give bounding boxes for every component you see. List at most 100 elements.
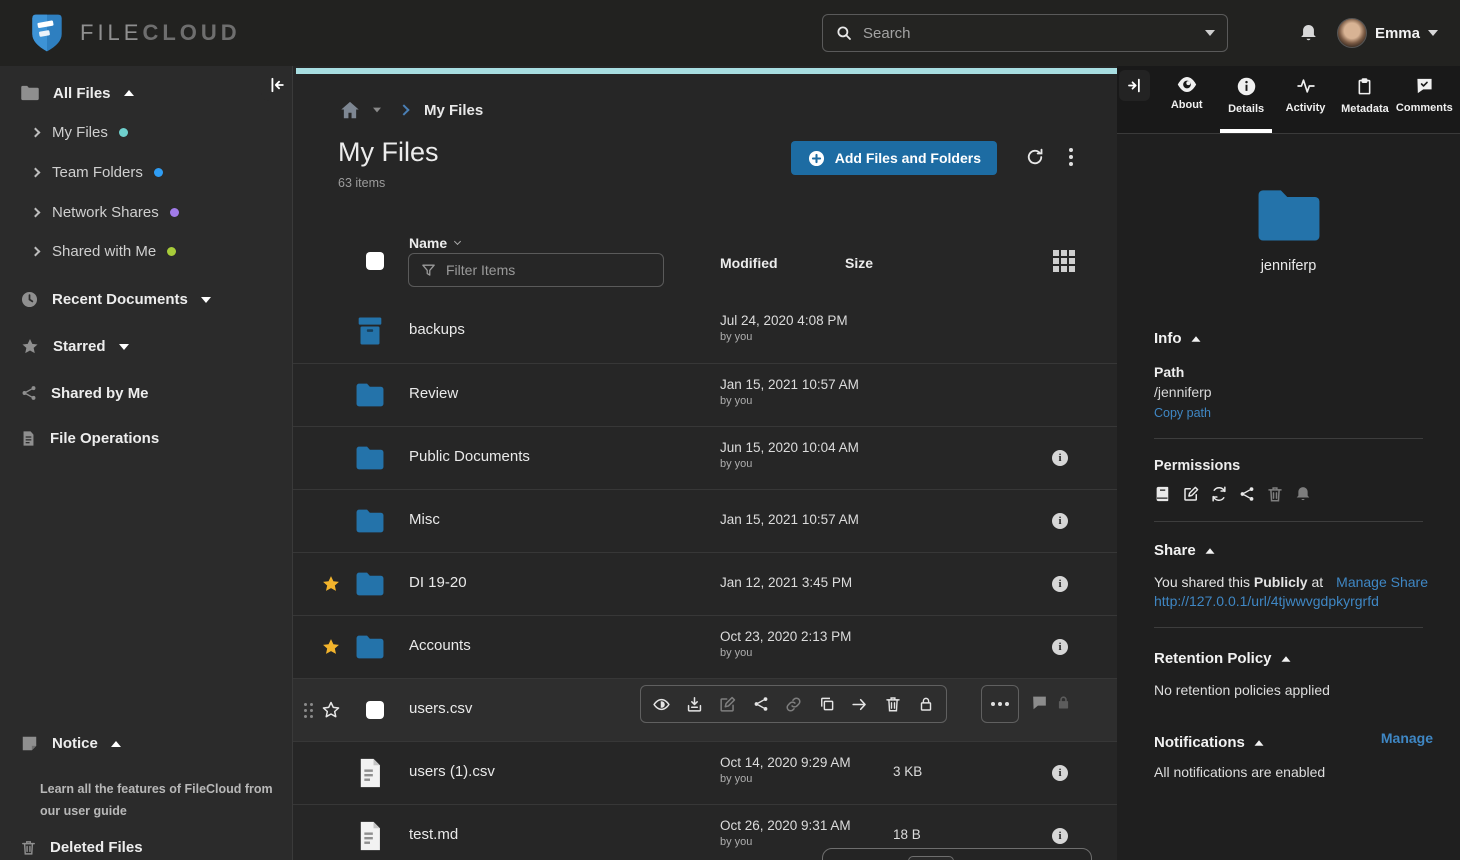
column-header-size[interactable]: Size (845, 255, 873, 271)
sidebar-item-starred[interactable]: Starred (20, 337, 129, 356)
row-info-button[interactable] (1052, 828, 1068, 844)
copy-path-link[interactable]: Copy path (1154, 406, 1423, 420)
share-button[interactable] (744, 689, 777, 719)
row-info-button[interactable] (1052, 639, 1068, 655)
file-name[interactable]: Public Documents (409, 448, 530, 465)
filter-box[interactable] (408, 253, 664, 287)
file-name[interactable]: Review (409, 385, 458, 402)
move-button[interactable] (843, 689, 876, 719)
edit-icon (718, 695, 737, 714)
collapse-left-icon (267, 75, 287, 95)
file-name[interactable]: users.csv (409, 700, 472, 717)
sidebar-item-notice[interactable]: Notice (20, 734, 121, 753)
refresh-button[interactable] (1025, 147, 1045, 167)
table-row[interactable]: backups Jul 24, 2020 4:08 PMby you (293, 300, 1117, 363)
row-info-button[interactable] (1052, 576, 1068, 592)
modified-by: by you (720, 771, 851, 787)
comment-button[interactable] (1030, 693, 1049, 712)
file-name[interactable]: DI 19-20 (409, 574, 467, 591)
share-section-header[interactable]: Share (1154, 542, 1423, 559)
more-actions-button[interactable] (981, 685, 1019, 723)
row-info-button[interactable] (1052, 513, 1068, 529)
file-name[interactable]: test.md (409, 826, 458, 843)
download-button[interactable] (678, 689, 711, 719)
breadcrumb-current[interactable]: My Files (424, 102, 483, 119)
filter-input[interactable] (446, 262, 652, 278)
star-outline-icon[interactable] (321, 700, 341, 720)
file-name[interactable]: backups (409, 321, 465, 338)
ellipsis-icon (991, 702, 995, 706)
sidebar-item-file-operations[interactable]: File Operations (20, 429, 159, 448)
column-header-modified[interactable]: Modified (720, 255, 778, 271)
caret-down-icon (119, 344, 129, 350)
drag-handle[interactable] (304, 703, 307, 706)
tab-details[interactable]: Details (1216, 66, 1275, 133)
edit-button[interactable] (711, 689, 744, 719)
retention-status: No retention policies applied (1154, 682, 1423, 698)
caret-up-icon (1281, 656, 1290, 661)
more-options-button[interactable] (1069, 155, 1073, 159)
tab-activity[interactable]: Activity (1276, 66, 1335, 133)
star-filled-icon[interactable] (321, 574, 341, 594)
tab-label: Details (1228, 103, 1264, 115)
row-info-button[interactable] (1052, 450, 1068, 466)
global-search[interactable] (822, 14, 1228, 52)
tab-comments[interactable]: Comments (1395, 66, 1454, 133)
locked-indicator[interactable] (1055, 694, 1072, 711)
app-logo[interactable]: FILECLOUD (28, 12, 241, 54)
grid-view-button[interactable] (1053, 250, 1059, 256)
caret-up-icon (1191, 336, 1200, 341)
search-input[interactable] (863, 25, 1195, 42)
select-all-checkbox[interactable] (366, 252, 384, 270)
home-caret-icon[interactable] (373, 108, 381, 113)
sidebar-item-recent-documents[interactable]: Recent Documents (20, 290, 211, 309)
sidebar-item-shared-with-me[interactable]: Shared with Me (32, 243, 176, 260)
row-checkbox[interactable] (366, 701, 384, 719)
file-name[interactable]: users (1).csv (409, 763, 495, 780)
copy-button[interactable] (810, 689, 843, 719)
search-scope-caret-icon[interactable] (1205, 30, 1215, 36)
share-url-link[interactable]: http://127.0.0.1/url/4tjwwvgdpkyrgrfd (1154, 593, 1423, 609)
table-row[interactable]: Misc Jan 15, 2021 10:57 AM (293, 489, 1117, 552)
link-icon (784, 695, 803, 714)
notifications-section-header[interactable]: Notifications Manage (1154, 734, 1423, 751)
manage-notifications-link[interactable]: Manage (1381, 730, 1433, 746)
tab-metadata[interactable]: Metadata (1335, 66, 1394, 133)
file-name[interactable]: Misc (409, 511, 440, 528)
table-row[interactable]: Public Documents Jun 15, 2020 10:04 AMby… (293, 426, 1117, 489)
table-row-hovered[interactable]: users.csv (293, 678, 1117, 741)
sidebar-item-team-folders[interactable]: Team Folders (32, 164, 163, 181)
eye-icon (1176, 76, 1198, 93)
star-filled-icon[interactable] (321, 637, 341, 657)
column-header-name[interactable]: Name (409, 235, 460, 251)
table-row[interactable]: Review Jan 15, 2021 10:57 AMby you (293, 363, 1117, 426)
panel-collapse-button[interactable] (1119, 70, 1150, 101)
arrow-right-icon (850, 695, 869, 714)
table-row[interactable]: Accounts Oct 23, 2020 2:13 PMby you (293, 615, 1117, 678)
delete-button[interactable] (876, 689, 909, 719)
add-files-button[interactable]: Add Files and Folders (791, 141, 997, 175)
sidebar-collapse-button[interactable] (261, 68, 292, 101)
sidebar-item-network-shares[interactable]: Network Shares (32, 204, 179, 221)
sidebar-item-all-files[interactable]: All Files (20, 84, 134, 102)
info-icon (1052, 765, 1068, 781)
retention-section-header[interactable]: Retention Policy (1154, 650, 1423, 667)
preview-button[interactable] (645, 689, 678, 719)
copy-link-button[interactable] (777, 689, 810, 719)
tab-about[interactable]: About (1157, 66, 1216, 133)
delete-permission-icon (1266, 485, 1284, 503)
file-name[interactable]: Accounts (409, 637, 471, 654)
manage-share-link[interactable]: Manage Share (1336, 572, 1428, 592)
sidebar-item-shared-by-me[interactable]: Shared by Me (20, 384, 149, 402)
sidebar-item-my-files[interactable]: My Files (32, 124, 128, 141)
sidebar-item-deleted-files[interactable]: Deleted Files (20, 838, 143, 857)
home-icon[interactable] (338, 99, 362, 121)
notifications-bell-icon[interactable] (1298, 21, 1319, 45)
table-row[interactable]: DI 19-20 Jan 12, 2021 3:45 PM (293, 552, 1117, 615)
file-icon (353, 756, 387, 790)
lock-button[interactable] (909, 689, 942, 719)
user-menu[interactable]: Emma (1337, 18, 1438, 48)
row-info-button[interactable] (1052, 765, 1068, 781)
table-row[interactable]: users (1).csv Oct 14, 2020 9:29 AMby you… (293, 741, 1117, 804)
info-section-header[interactable]: Info (1154, 330, 1423, 347)
